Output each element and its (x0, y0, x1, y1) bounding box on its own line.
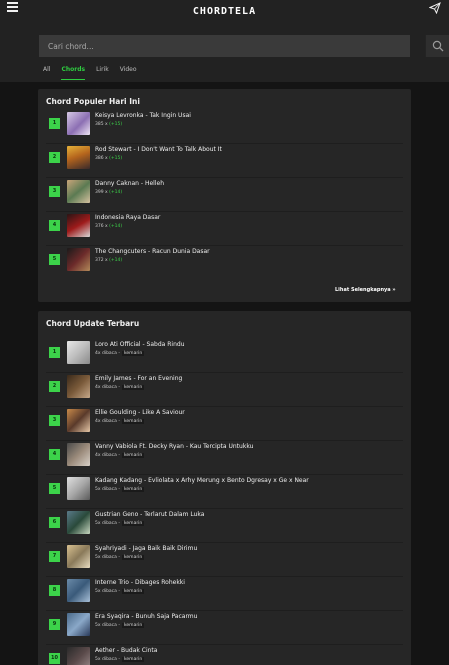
thumbnail[interactable] (67, 146, 90, 169)
song-title[interactable]: Aether - Budak Cinta (95, 647, 157, 654)
filter-tabs: All Chords Lirik Video (43, 66, 148, 80)
view-count: 376 x (+14) (95, 224, 123, 229)
rank-badge: 4 (49, 220, 60, 231)
popular-chords-title: Chord Populer Hari Ini (46, 97, 140, 106)
tab-lirik[interactable]: Lirik (96, 66, 109, 80)
rank-badge: 6 (49, 517, 60, 528)
list-item[interactable]: 7 Syahriyadi - Jaga Baik Baik Dirimu 5x … (46, 543, 403, 577)
see-more-link[interactable]: Lihat Selengkapnya » (335, 287, 396, 293)
site-logo[interactable]: CHORDTELA (0, 6, 449, 17)
list-item[interactable]: 9 Era Syaqira - Bunuh Saja Pacarmu 5x di… (46, 611, 403, 645)
tab-chords[interactable]: Chords (61, 66, 86, 80)
read-count: 5x dibaca - kemarin (95, 623, 145, 628)
read-count: 4x dibaca - kemarin (95, 453, 145, 458)
list-item[interactable]: 3 Danny Caknan - Helleh 399 x (+14) (46, 178, 403, 212)
double-chevron-right-icon: » (392, 287, 396, 293)
tab-all[interactable]: All (43, 66, 50, 80)
rank-badge: 10 (49, 653, 60, 664)
song-title[interactable]: Danny Caknan - Helleh (95, 180, 164, 187)
song-title[interactable]: Emily James - For an Evening (95, 375, 182, 382)
thumbnail[interactable] (67, 477, 90, 500)
thumbnail[interactable] (67, 341, 90, 364)
rank-badge: 1 (49, 118, 60, 129)
rank-badge: 5 (49, 254, 60, 265)
rank-badge: 2 (49, 152, 60, 163)
latest-chords-card: Chord Update Terbaru 1 Loro Ati Official… (38, 311, 411, 665)
list-item[interactable]: 10 Aether - Budak Cinta 5x dibaca - kemar… (46, 645, 403, 665)
list-item[interactable]: 2 Rod Stewart - I Don't Want To Talk Abo… (46, 144, 403, 178)
view-count: 399 x (+14) (95, 190, 123, 195)
song-title[interactable]: The Changcuters - Racun Dunia Dasar (95, 248, 210, 255)
list-item[interactable]: 1 Loro Ati Official - Sabda Rindu 4x dib… (46, 339, 403, 373)
tab-video[interactable]: Video (120, 66, 137, 80)
song-title[interactable]: Loro Ati Official - Sabda Rindu (95, 341, 185, 348)
popular-chords-card: Chord Populer Hari Ini 1 Keisya Levronka… (38, 89, 411, 302)
rank-badge: 3 (49, 415, 60, 426)
rank-badge: 2 (49, 381, 60, 392)
list-item[interactable]: 4 Vanny Vabiola Ft. Decky Ryan - Kau Ter… (46, 441, 403, 475)
song-title[interactable]: Kadang Kadang - Evliolata x Arhy Merung … (95, 477, 309, 484)
song-title[interactable]: Syahriyadi - Jaga Baik Baik Dirimu (95, 545, 197, 552)
thumbnail[interactable] (67, 248, 90, 271)
search-button[interactable] (425, 35, 449, 57)
read-count: 5x dibaca - kemarin (95, 521, 145, 526)
song-title[interactable]: Ellie Goulding - Like A Saviour (95, 409, 185, 416)
rank-badge: 9 (49, 619, 60, 630)
thumbnail[interactable] (67, 443, 90, 466)
list-item[interactable]: 5 The Changcuters - Racun Dunia Dasar 37… (46, 246, 403, 280)
song-title[interactable]: Gustrian Geno - Terlarut Dalam Luka (95, 511, 204, 518)
rank-badge: 4 (49, 449, 60, 460)
list-item[interactable]: 5 Kadang Kadang - Evliolata x Arhy Merun… (46, 475, 403, 509)
thumbnail[interactable] (67, 180, 90, 203)
rank-badge: 5 (49, 483, 60, 494)
read-count: 4x dibaca - kemarin (95, 351, 145, 356)
latest-chords-title: Chord Update Terbaru (46, 319, 140, 328)
search-input[interactable] (39, 35, 386, 57)
list-item[interactable]: 1 Keisya Levronka - Tak Ingin Usai 385 x… (46, 110, 403, 144)
rank-badge: 3 (49, 186, 60, 197)
thumbnail[interactable] (67, 112, 90, 135)
read-count: 5x dibaca - kemarin (95, 589, 145, 594)
read-count: 5x dibaca - kemarin (95, 657, 145, 662)
song-title[interactable]: Indonesia Raya Dasar (95, 214, 160, 221)
song-title[interactable]: Vanny Vabiola Ft. Decky Ryan - Kau Terci… (95, 443, 253, 450)
list-item[interactable]: 6 Gustrian Geno - Terlarut Dalam Luka 5x… (46, 509, 403, 543)
read-count: 4x dibaca - kemarin (95, 419, 145, 424)
rank-badge: 7 (49, 551, 60, 562)
search-bar (39, 35, 449, 57)
read-count: 5x dibaca - kemarin (95, 487, 145, 492)
thumbnail[interactable] (67, 545, 90, 568)
top-bar: CHORDTELA All Chords Lirik Video (0, 0, 449, 82)
list-item[interactable]: 8 Interne Trio - Dibages Rohekki 5x diba… (46, 577, 403, 611)
view-count: 372 x (+14) (95, 258, 123, 263)
thumbnail[interactable] (67, 579, 90, 602)
thumbnail[interactable] (67, 214, 90, 237)
list-item[interactable]: 4 Indonesia Raya Dasar 376 x (+14) (46, 212, 403, 246)
thumbnail[interactable] (67, 409, 90, 432)
magnifier-icon (432, 40, 444, 52)
paper-plane-icon[interactable] (429, 2, 441, 14)
song-title[interactable]: Keisya Levronka - Tak Ingin Usai (95, 112, 191, 119)
song-title[interactable]: Rod Stewart - I Don't Want To Talk About… (95, 146, 222, 153)
song-title[interactable]: Interne Trio - Dibages Rohekki (95, 579, 185, 586)
thumbnail[interactable] (67, 511, 90, 534)
rank-badge: 1 (49, 347, 60, 358)
rank-badge: 8 (49, 585, 60, 596)
thumbnail[interactable] (67, 375, 90, 398)
list-item[interactable]: 3 Ellie Goulding - Like A Saviour 4x dib… (46, 407, 403, 441)
thumbnail[interactable] (67, 613, 90, 636)
thumbnail[interactable] (67, 647, 90, 665)
view-count: 385 x (+15) (95, 122, 123, 127)
list-item[interactable]: 2 Emily James - For an Evening 4x dibaca… (46, 373, 403, 407)
song-title[interactable]: Era Syaqira - Bunuh Saja Pacarmu (95, 613, 197, 620)
view-count: 386 x (+15) (95, 156, 123, 161)
read-count: 4x dibaca - kemarin (95, 385, 145, 390)
read-count: 5x dibaca - kemarin (95, 555, 145, 560)
